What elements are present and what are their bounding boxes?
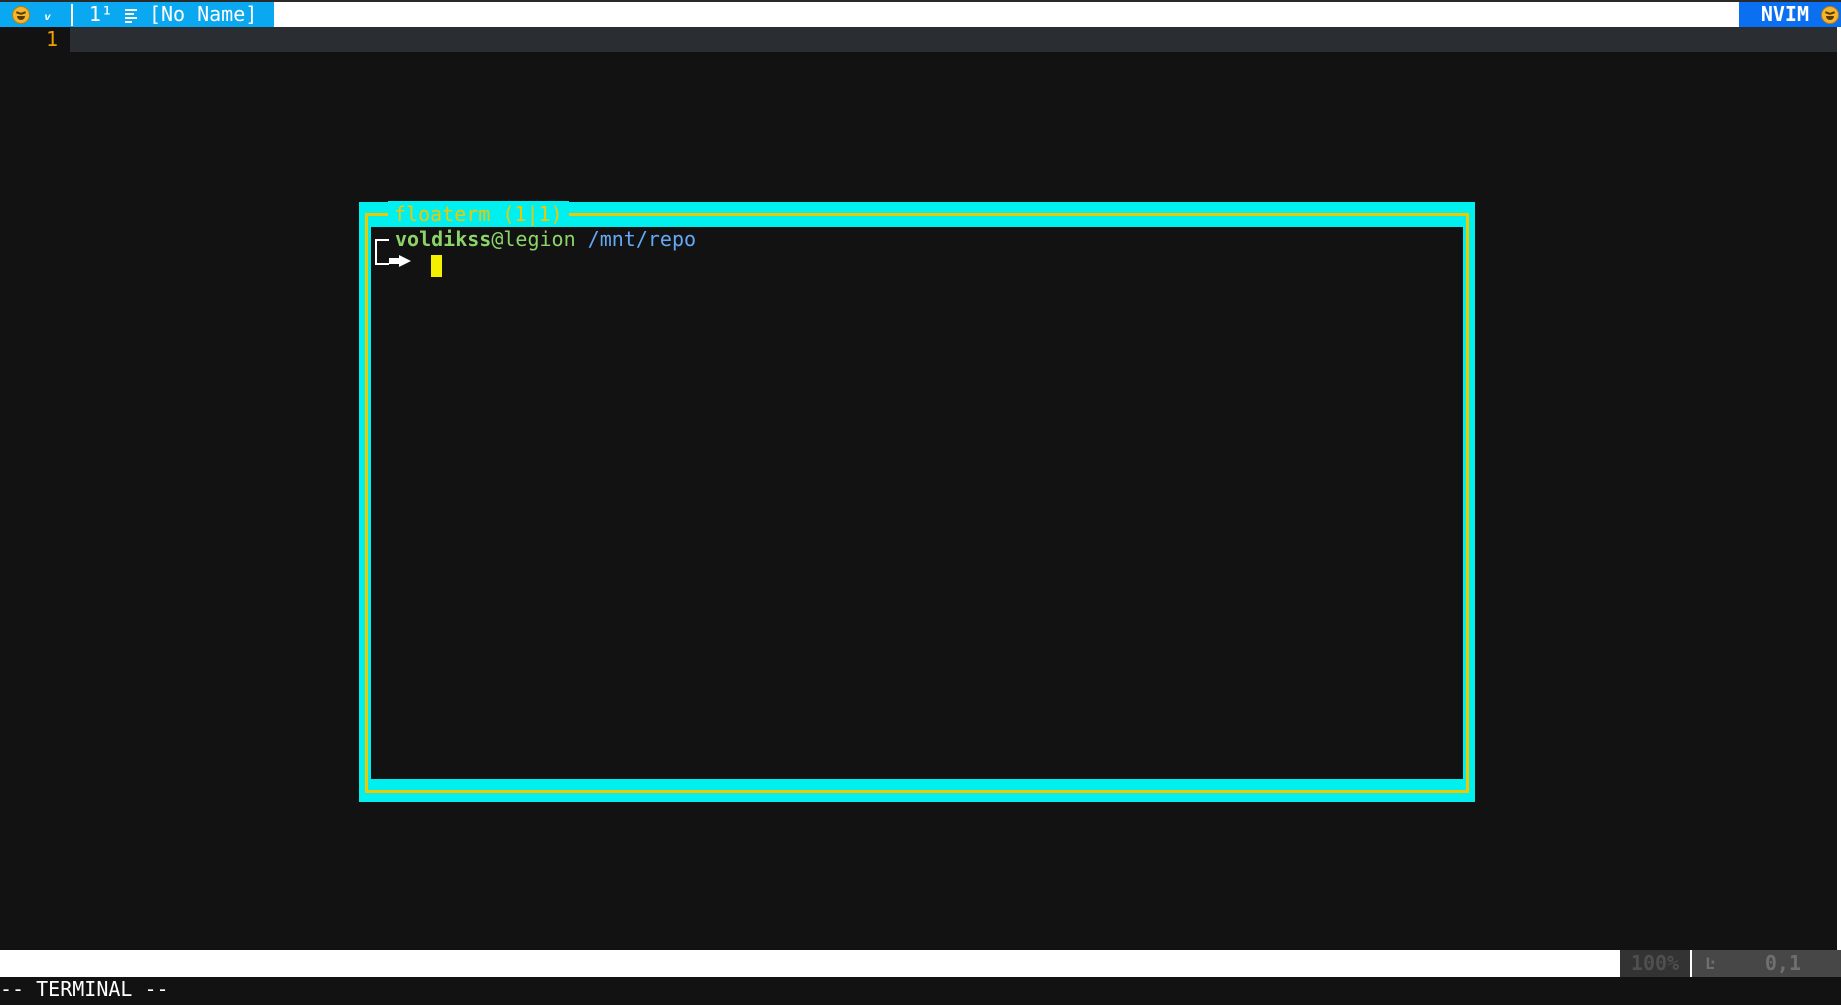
vim-logo-icon: ᵥ: [42, 4, 53, 25]
statusline: 100% Ŀ 0,1: [0, 950, 1841, 977]
prompt-path: /mnt/repo: [587, 227, 697, 251]
nvim-label: NVIM: [1760, 2, 1809, 26]
terminal-body[interactable]: voldikss@legion /mnt/repo: [371, 227, 1463, 779]
prompt-user: voldikss: [395, 227, 492, 251]
terminal-cursor: [431, 255, 442, 277]
prompt-at: @: [491, 227, 504, 251]
laughing-emoji-icon: [1821, 5, 1839, 24]
cursor-position: Ŀ 0,1: [1692, 950, 1841, 977]
cursor-position-value: 0,1: [1764, 951, 1801, 975]
nvim-badge: NVIM: [1739, 2, 1841, 27]
tabline: ᵥ 1¹ [No Name] NVIM: [0, 0, 1841, 27]
laughing-emoji-icon: [12, 5, 30, 24]
prompt-arrow-icon: [389, 255, 411, 267]
list-icon: [124, 8, 137, 23]
prompt-host: legion: [503, 227, 576, 251]
window-separator: [1837, 27, 1841, 950]
floaterm-window[interactable]: floaterm (1|1) voldikss@legion /mnt/repo: [359, 201, 1475, 802]
line-number: 1: [45, 27, 58, 51]
scroll-percent: 100%: [1620, 950, 1690, 977]
floaterm-title: floaterm (1|1): [388, 201, 569, 227]
mode-indicator: -- TERMINAL --: [0, 977, 169, 1001]
editor-line[interactable]: 1: [0, 27, 1841, 52]
cursorline[interactable]: [70, 27, 1837, 52]
ln-icon: Ŀ: [1705, 954, 1715, 973]
tab-separator: [70, 3, 73, 26]
tab-buffer-name: [No Name]: [148, 2, 258, 26]
tab-active[interactable]: ᵥ 1¹ [No Name]: [0, 2, 274, 27]
tab-number: 1¹: [88, 2, 113, 26]
prompt-line: voldikss@legion /mnt/repo: [395, 227, 696, 252]
nvim-window: ᵥ 1¹ [No Name] NVIM 1 floaterm (1|1) vol…: [0, 0, 1841, 1005]
prompt-bracket: [375, 239, 389, 265]
